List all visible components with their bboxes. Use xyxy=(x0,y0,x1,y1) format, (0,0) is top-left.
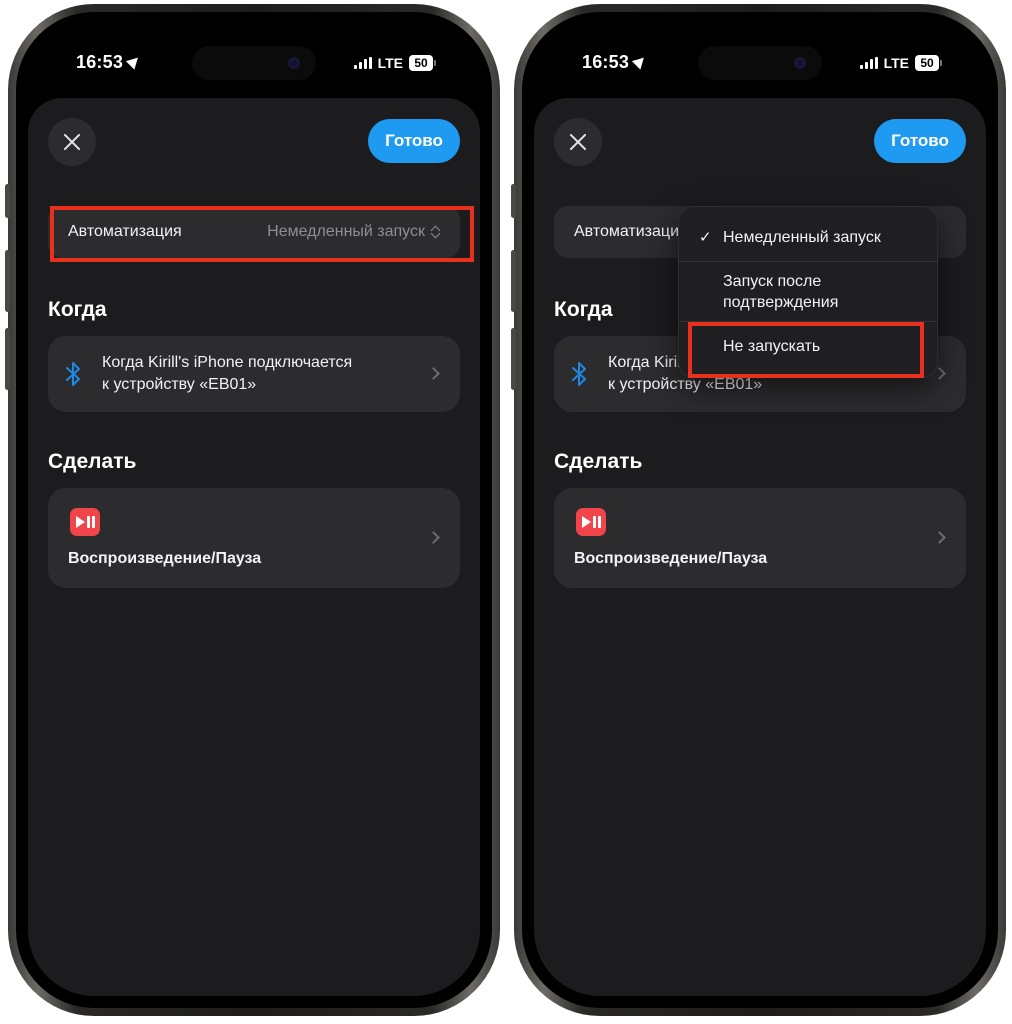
do-action-label: Воспроизведение/Пауза xyxy=(68,550,262,567)
automation-sheet: Готово Автоматизация Немедленный запуск … xyxy=(28,98,480,996)
action-button xyxy=(511,184,516,218)
when-line-2: к устройству «EB01» xyxy=(102,376,257,393)
do-action-card[interactable]: Воспроизведение/Пауза xyxy=(554,488,966,588)
do-action-card[interactable]: Воспроизведение/Пауза xyxy=(48,488,460,588)
volume-down-button xyxy=(5,328,10,390)
close-button[interactable] xyxy=(48,118,96,166)
volume-up-button xyxy=(5,250,10,312)
automation-value-text: Немедленный запуск xyxy=(267,223,425,240)
done-button[interactable]: Готово xyxy=(874,119,966,163)
menu-item-label: Не запускать xyxy=(723,338,821,355)
screen: 16:53 LTE 50 Готово Автоматизация Немедл… xyxy=(28,24,480,996)
network-type: LTE xyxy=(883,55,909,71)
menu-item-do-not-run[interactable]: Не запускать xyxy=(679,336,937,357)
menu-item-label-line-1: Запуск после xyxy=(723,273,822,290)
do-section-title: Сделать xyxy=(554,450,643,473)
updown-chevron-icon xyxy=(431,225,440,239)
menu-item-label: Немедленный запуск xyxy=(723,229,881,246)
bezel: 16:53 LTE 50 Готово Автоматизация Немедл… xyxy=(16,12,492,1008)
checkmark-icon: ✓ xyxy=(699,229,712,246)
when-section-title: Когда xyxy=(48,298,107,321)
bezel: 16:53 LTE 50 Готово Автоматизация Когда xyxy=(522,12,998,1008)
play-pause-icon xyxy=(70,508,100,536)
automation-mode-menu: ✓ Немедленный запуск Запуск после подтве… xyxy=(678,206,938,378)
menu-separator xyxy=(679,261,937,262)
done-button[interactable]: Готово xyxy=(368,119,460,163)
phone-left: 16:53 LTE 50 Готово Автоматизация Немедл… xyxy=(5,4,500,1016)
volume-down-button xyxy=(511,328,516,390)
menu-separator xyxy=(679,321,937,322)
battery-level: 50 xyxy=(915,55,939,71)
status-time-text: 16:53 xyxy=(582,52,630,72)
when-trigger-text: Когда Kirill's iPhone подключается к уст… xyxy=(102,352,420,396)
chevron-right-icon xyxy=(427,531,440,544)
chevron-right-icon xyxy=(427,367,440,380)
battery-level: 50 xyxy=(409,55,433,71)
action-button xyxy=(5,184,10,218)
signal-icon xyxy=(353,57,372,69)
network-type: LTE xyxy=(377,55,403,71)
screen: 16:53 LTE 50 Готово Автоматизация Когда xyxy=(534,24,986,996)
camera-icon xyxy=(288,57,300,69)
bluetooth-icon xyxy=(66,362,80,386)
status-time-text: 16:53 xyxy=(76,52,124,72)
automation-value[interactable]: Немедленный запуск xyxy=(267,223,440,241)
dynamic-island xyxy=(698,46,822,80)
signal-icon xyxy=(859,57,878,69)
bluetooth-icon xyxy=(572,362,586,386)
status-bar: 16:53 LTE 50 xyxy=(534,24,986,98)
menu-item-label-line-2: подтверждения xyxy=(723,294,839,311)
status-indicators: LTE 50 xyxy=(353,55,436,71)
status-bar: 16:53 LTE 50 xyxy=(28,24,480,98)
status-indicators: LTE 50 xyxy=(859,55,942,71)
menu-item-run-immediately[interactable]: ✓ Немедленный запуск xyxy=(679,227,937,248)
battery-icon: 50 xyxy=(915,55,942,71)
location-arrow-icon xyxy=(631,53,649,70)
do-action-label: Воспроизведение/Пауза xyxy=(574,550,768,567)
volume-up-button xyxy=(511,250,516,312)
phone-right: 16:53 LTE 50 Готово Автоматизация Когда xyxy=(511,4,1006,1016)
when-line-1: Когда Kirill's iPhone подключается xyxy=(102,354,353,371)
play-pause-icon xyxy=(576,508,606,536)
when-section-title: Когда xyxy=(554,298,613,321)
automation-label: Автоматизация xyxy=(68,223,182,240)
do-section-title: Сделать xyxy=(48,450,137,473)
status-time: 16:53 xyxy=(76,52,143,73)
location-arrow-icon xyxy=(125,53,143,70)
automation-mode-row[interactable]: Автоматизация Немедленный запуск xyxy=(48,206,460,258)
automation-label: Автоматизация xyxy=(574,223,688,240)
chevron-right-icon xyxy=(933,531,946,544)
dynamic-island xyxy=(192,46,316,80)
battery-icon: 50 xyxy=(409,55,436,71)
when-trigger-card[interactable]: Когда Kirill's iPhone подключается к уст… xyxy=(48,336,460,412)
camera-icon xyxy=(794,57,806,69)
status-time: 16:53 xyxy=(582,52,649,73)
close-button[interactable] xyxy=(554,118,602,166)
automation-sheet: Готово Автоматизация Когда Когда Kirill'… xyxy=(534,98,986,996)
menu-item-run-after-confirm[interactable]: Запуск после подтверждения xyxy=(679,271,937,313)
